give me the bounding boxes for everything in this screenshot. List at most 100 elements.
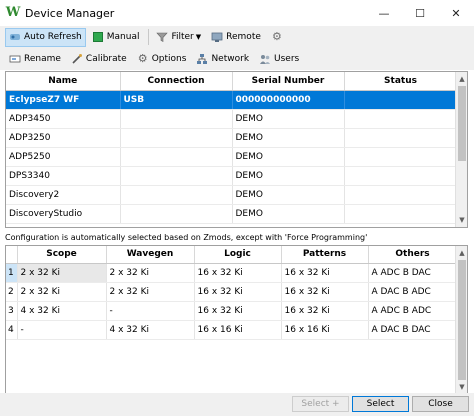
column-header-logic[interactable]: Logic [194,246,282,264]
waveforms-logo-icon: W [5,5,21,20]
config-others: A ADC B ADC [368,301,458,321]
device-row[interactable]: DiscoveryStudio DEMO [6,204,458,224]
config-list-scrollbar[interactable]: ▲ ▼ [455,246,467,394]
config-patterns: 16 x 32 Ki [281,282,369,302]
config-note: Configuration is automatically selected … [5,233,368,242]
device-serial: DEMO [232,128,345,148]
column-header-serial[interactable]: Serial Number [232,72,345,91]
device-status [344,147,458,167]
auto-refresh-button[interactable]: Auto Refresh [5,27,86,47]
device-connection: USB [120,90,233,110]
column-header-patterns[interactable]: Patterns [281,246,369,264]
refresh-toolbar: Auto Refresh Manual Filter ▼ Remote ⚙ [0,26,474,48]
select-plus-button[interactable]: Select + [292,396,349,412]
config-others: A DAC B DAC [368,320,458,340]
close-window-button[interactable]: ✕ [438,0,474,26]
device-name: ADP3250 [6,128,121,148]
select-button[interactable]: Select [352,396,409,412]
rename-button[interactable]: Rename [5,50,65,69]
toolbar-separator [148,29,150,45]
row-header-corner [6,246,18,264]
config-logic: 16 x 32 Ki [194,263,282,283]
options-label: Options [151,54,187,64]
column-header-name[interactable]: Name [6,72,121,91]
device-serial: DEMO [232,185,345,205]
column-header-others[interactable]: Others [368,246,458,264]
manual-label: Manual [106,32,140,42]
device-list: Name Connection Serial Number Status Ecl… [5,71,468,228]
device-table: Name Connection Serial Number Status Ecl… [6,72,458,224]
device-status [344,166,458,186]
device-row[interactable]: ADP5250 DEMO [6,147,458,167]
calibrate-icon [71,53,83,65]
window-controls: — ☐ ✕ [366,0,474,26]
config-scope: 4 x 32 Ki [17,301,107,321]
device-row[interactable]: ADP3450 DEMO [6,109,458,129]
manual-button[interactable]: Manual [88,28,144,47]
device-row[interactable]: Discovery2 DEMO [6,185,458,205]
maximize-button[interactable]: ☐ [402,0,438,26]
chevron-down-icon: ▼ [195,33,202,41]
config-logic: 16 x 32 Ki [194,282,282,302]
device-name: EclypseZ7 WF [6,90,121,110]
column-header-connection[interactable]: Connection [120,72,233,91]
scroll-down-icon[interactable]: ▼ [456,380,467,394]
config-row[interactable]: 3 4 x 32 Ki - 16 x 32 Ki 16 x 32 Ki A AD… [6,301,458,321]
network-button[interactable]: Network [192,50,253,69]
scroll-up-icon[interactable]: ▲ [456,72,467,86]
config-row[interactable]: 1 2 x 32 Ki 2 x 32 Ki 16 x 32 Ki 16 x 32… [6,263,458,283]
scroll-down-icon[interactable]: ▼ [456,213,467,227]
auto-refresh-label: Auto Refresh [24,32,82,42]
device-name: ADP3450 [6,109,121,129]
device-serial: DEMO [232,166,345,186]
device-name: DiscoveryStudio [6,204,121,224]
config-logic: 16 x 32 Ki [194,301,282,321]
scrollbar-thumb[interactable] [458,86,466,161]
device-serial: DEMO [232,204,345,224]
scrollbar-thumb[interactable] [458,260,466,380]
config-scope: 2 x 32 Ki [17,263,107,283]
device-serial: DEMO [232,109,345,129]
config-others: A DAC B ADC [368,282,458,302]
device-name: Discovery2 [6,185,121,205]
users-button[interactable]: Users [255,50,303,69]
filter-label: Filter [171,32,194,42]
filter-icon [156,31,169,43]
config-logic: 16 x 16 Ki [194,320,282,340]
column-header-wavegen[interactable]: Wavegen [106,246,195,264]
config-row[interactable]: 4 - 4 x 32 Ki 16 x 16 Ki 16 x 16 Ki A DA… [6,320,458,340]
config-patterns: 16 x 32 Ki [281,301,369,321]
config-header-row: Scope Wavegen Logic Patterns Others [6,246,458,264]
calibrate-button[interactable]: Calibrate [67,50,131,69]
device-row[interactable]: EclypseZ7 WF USB 000000000000 [6,90,458,110]
refresh-icon [9,31,21,43]
config-patterns: 16 x 16 Ki [281,320,369,340]
config-row[interactable]: 2 2 x 32 Ki 2 x 32 Ki 16 x 32 Ki 16 x 32… [6,282,458,302]
configuration-list: Scope Wavegen Logic Patterns Others 1 2 … [5,245,468,395]
config-patterns: 16 x 32 Ki [281,263,369,283]
scroll-up-icon[interactable]: ▲ [456,246,467,260]
device-status [344,204,458,224]
config-wavegen: 2 x 32 Ki [106,282,195,302]
options-button[interactable]: ⚙ Options [133,50,191,69]
filter-button[interactable]: Filter ▼ [152,28,205,47]
config-scope: - [17,320,107,340]
config-wavegen: 2 x 32 Ki [106,263,195,283]
remote-icon [211,31,223,43]
device-status [344,109,458,129]
device-list-scrollbar[interactable]: ▲ ▼ [455,72,467,227]
device-status [344,128,458,148]
rename-icon [9,53,21,65]
column-header-status[interactable]: Status [344,72,458,91]
device-row[interactable]: ADP3250 DEMO [6,128,458,148]
close-button[interactable]: Close [412,396,469,412]
device-row[interactable]: DPS3340 DEMO [6,166,458,186]
config-index: 3 [6,301,18,321]
settings-button[interactable]: ⚙ [267,28,290,47]
remote-button[interactable]: Remote [207,28,265,47]
network-icon [196,53,208,65]
minimize-button[interactable]: — [366,0,402,26]
column-header-scope[interactable]: Scope [17,246,107,264]
title-bar: W Device Manager — ☐ ✕ [0,0,474,26]
device-connection [120,204,233,224]
